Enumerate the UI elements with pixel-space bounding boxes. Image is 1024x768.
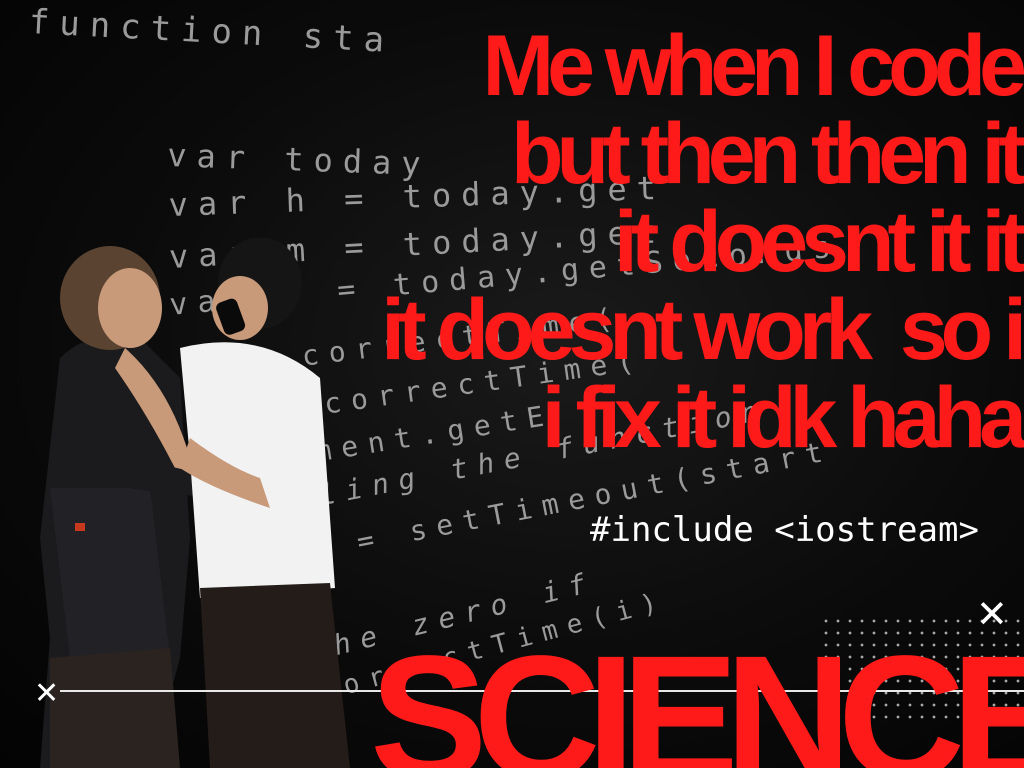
headline-line: it doesnt it it bbox=[613, 194, 1024, 290]
science-title: SCIENCE bbox=[370, 620, 1024, 768]
headline: Me when I code but then then it it doesn… bbox=[381, 18, 1024, 466]
headline-line: Me when I code bbox=[482, 18, 1024, 114]
code-line: function sta bbox=[27, 2, 396, 62]
headline-line: but then then it bbox=[511, 106, 1024, 202]
close-icon: ✕ bbox=[976, 592, 1008, 636]
poster: function sta var today var h = today.get… bbox=[0, 0, 1024, 768]
headline-line: i fix it idk haha bbox=[541, 370, 1024, 466]
photo-couple bbox=[40, 238, 350, 768]
headline-line: it doesnt work so i bbox=[381, 282, 1024, 378]
include-text: #include <iostream> bbox=[590, 510, 979, 550]
close-icon: ✕ bbox=[34, 676, 60, 711]
